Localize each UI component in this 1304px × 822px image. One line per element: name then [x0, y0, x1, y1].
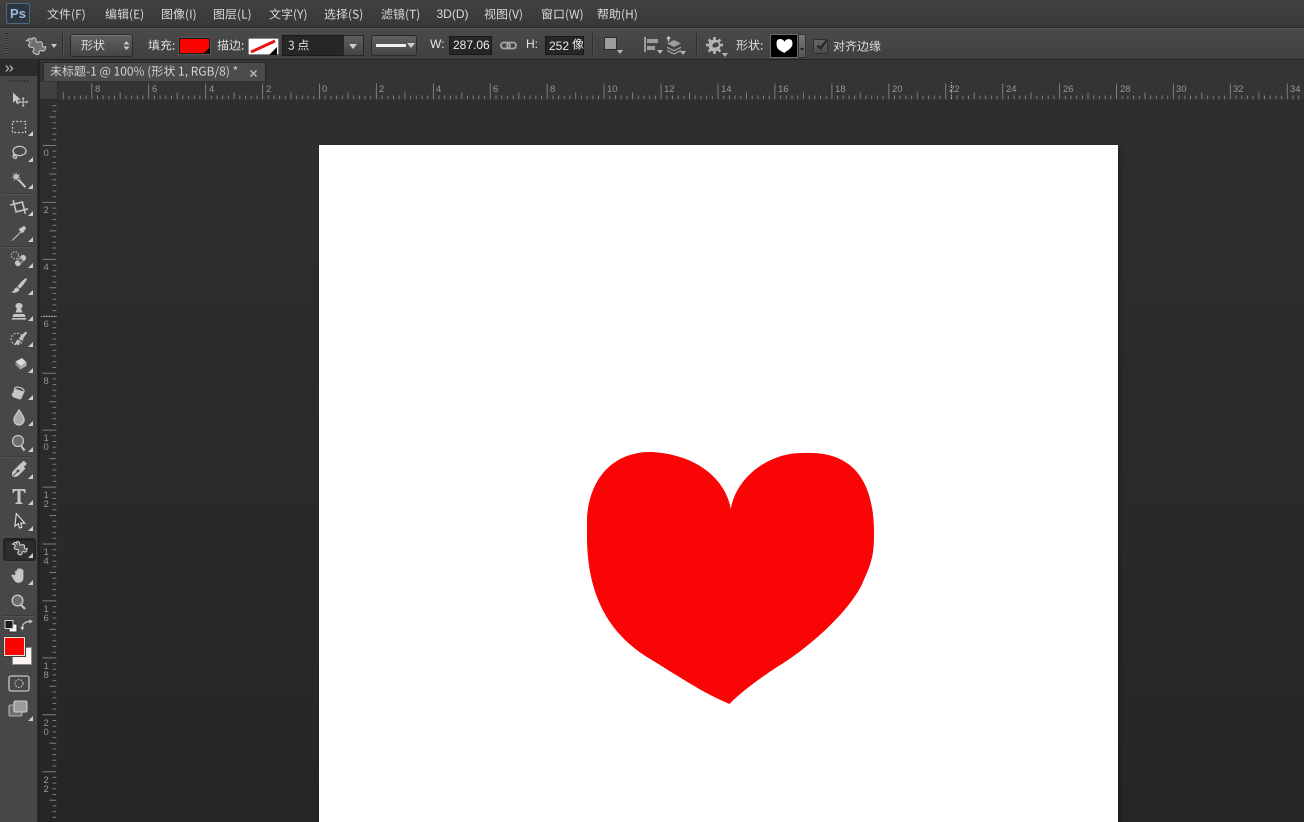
- svg-text:4: 4: [44, 262, 49, 273]
- svg-text:8: 8: [44, 670, 49, 681]
- svg-text:4: 4: [44, 556, 49, 567]
- svg-text:20: 20: [892, 84, 903, 95]
- svg-text:2: 2: [266, 84, 271, 95]
- svg-text:8: 8: [95, 84, 100, 95]
- svg-text:26: 26: [1063, 84, 1074, 95]
- svg-text:6: 6: [493, 84, 498, 95]
- svg-text:6: 6: [152, 84, 157, 95]
- svg-text:0: 0: [44, 148, 49, 159]
- svg-text:30: 30: [1176, 84, 1187, 95]
- svg-text:2: 2: [379, 84, 384, 95]
- svg-text:8: 8: [550, 84, 555, 95]
- svg-text:2: 2: [44, 205, 49, 216]
- svg-text:12: 12: [664, 84, 675, 95]
- svg-text:34: 34: [1290, 84, 1301, 95]
- svg-text:32: 32: [1233, 84, 1244, 95]
- svg-text:0: 0: [322, 84, 327, 95]
- svg-text:28: 28: [1120, 84, 1131, 95]
- svg-text:10: 10: [607, 84, 618, 95]
- svg-text:18: 18: [835, 84, 846, 95]
- svg-text:4: 4: [209, 84, 214, 95]
- svg-text:0: 0: [44, 442, 49, 453]
- svg-text:14: 14: [721, 84, 732, 95]
- svg-text:6: 6: [44, 319, 49, 330]
- svg-text:4: 4: [436, 84, 441, 95]
- svg-text:24: 24: [1006, 84, 1017, 95]
- svg-text:6: 6: [44, 613, 49, 624]
- svg-text:8: 8: [44, 376, 49, 387]
- svg-text:0: 0: [44, 727, 49, 738]
- svg-text:2: 2: [44, 499, 49, 510]
- svg-text:16: 16: [778, 84, 789, 95]
- svg-text:2: 2: [44, 784, 49, 795]
